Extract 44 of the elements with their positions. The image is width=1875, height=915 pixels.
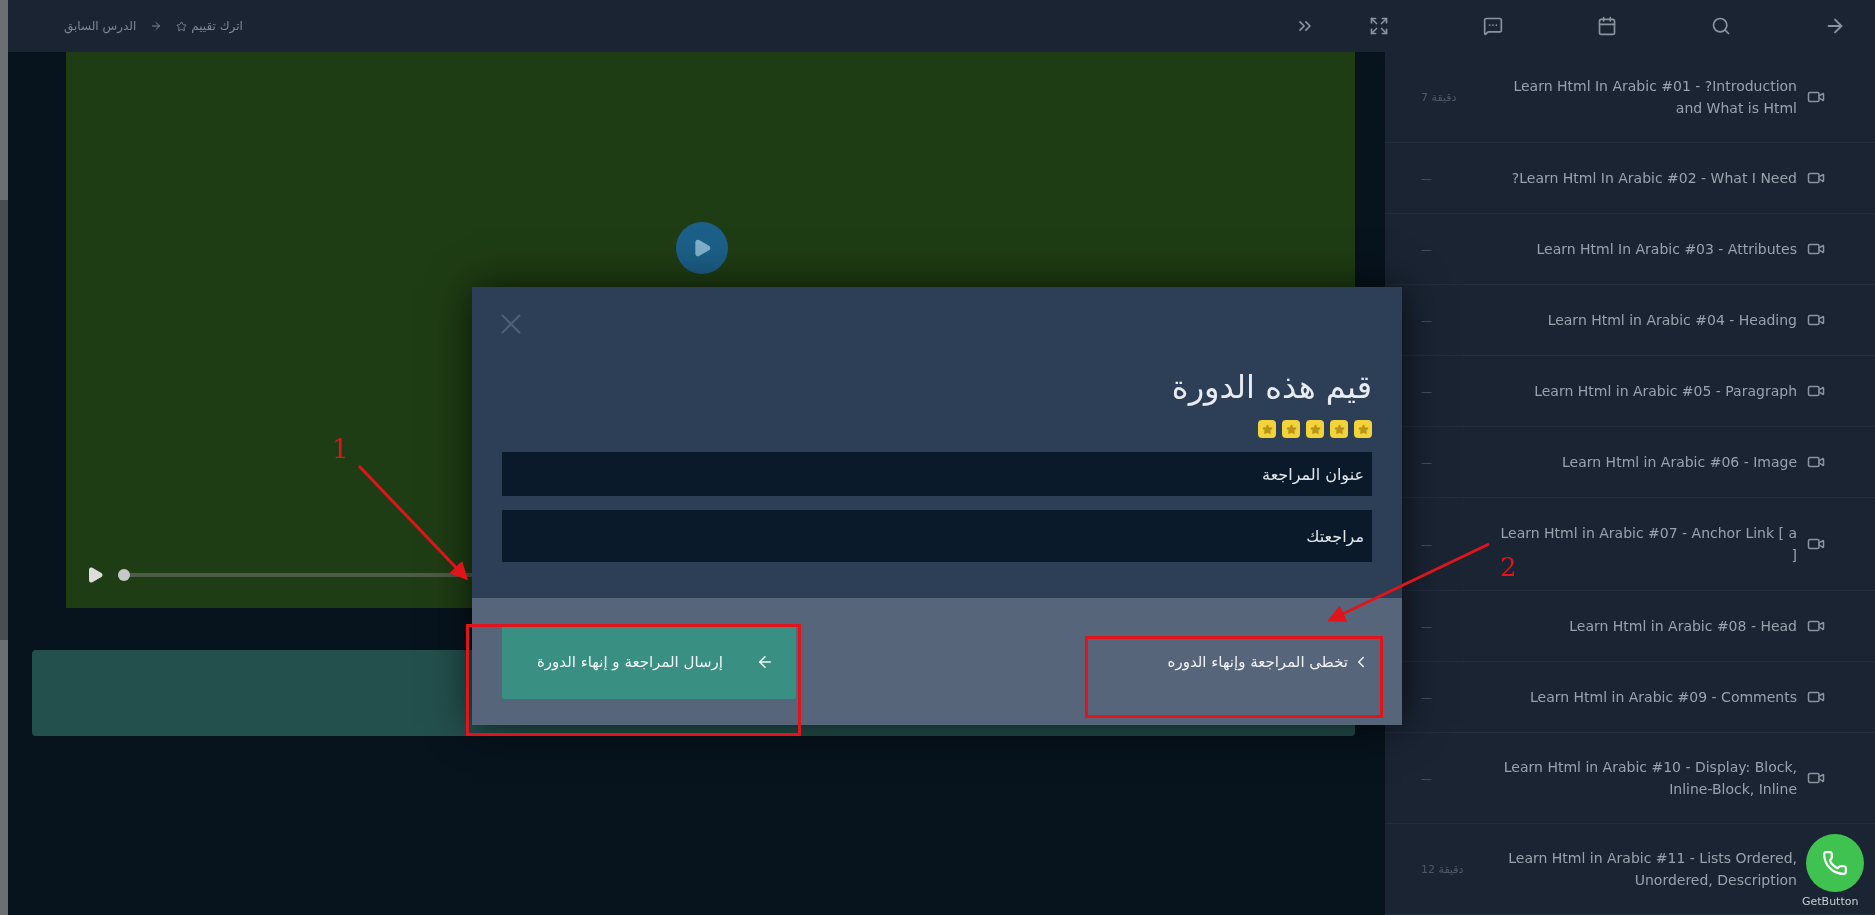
lesson-item[interactable]: — Learn Html In Arabic #03 - Attributes <box>1385 214 1875 285</box>
annotation-number: 1 <box>332 434 349 464</box>
calendar-icon <box>1597 16 1617 36</box>
lesson-duration: — <box>1421 771 1433 785</box>
lesson-duration: — <box>1421 171 1433 185</box>
lesson-title: Learn Html in Arabic #10 - Display: Block, Inline-Block, Inline <box>1502 758 1797 799</box>
lesson-duration: — <box>1421 242 1433 256</box>
play-icon <box>692 238 712 258</box>
expand-icon <box>1369 16 1389 36</box>
review-title-field[interactable]: عنوان المراجعة <box>502 452 1372 496</box>
play-button[interactable] <box>676 222 728 274</box>
rate-link[interactable]: اترك تقييم <box>176 19 243 33</box>
arrow-right-icon <box>150 20 163 32</box>
star-icon <box>176 20 188 32</box>
submit-review-button[interactable]: إرسال المراجعة و إنهاء الدورة <box>502 624 796 699</box>
play-icon[interactable] <box>86 566 104 584</box>
lesson-duration: — <box>1421 455 1433 469</box>
progress-thumb[interactable] <box>118 569 130 581</box>
scrollbar[interactable] <box>0 0 8 915</box>
dialog-title: قيم هذه الدورة <box>1170 368 1372 406</box>
lesson-duration: — <box>1421 690 1433 704</box>
lesson-title: Learn Html in Arabic #09 - Comments <box>1529 688 1797 707</box>
lesson-duration: — <box>1421 619 1433 633</box>
previous-lesson-link[interactable]: الدرس السابق <box>64 19 137 33</box>
lesson-title: Learn Html in Arabic #04 - Heading <box>1546 311 1797 330</box>
lesson-duration: — <box>1421 313 1433 327</box>
lesson-title: Learn Html in Arabic #06 - Image <box>1561 453 1797 472</box>
lesson-title: Learn Html in Arabic #11 - Lists Ordered, Unordered, Description <box>1507 849 1797 890</box>
phone-icon <box>1822 850 1848 876</box>
lesson-title: ?Learn Html In Arabic #02 - What I Need <box>1510 169 1797 188</box>
lesson-item[interactable]: — ?Learn Html In Arabic #02 - What I Need <box>1385 143 1875 214</box>
lesson-duration: — <box>1421 537 1433 551</box>
chat-bubble-icon <box>1483 16 1503 36</box>
lesson-duration: — <box>1421 384 1433 398</box>
search-icon <box>1711 16 1731 36</box>
lesson-title: Learn Html In Arabic #01 - ?Introduction and What is Html <box>1512 77 1797 118</box>
lesson-title: Learn Html in Arabic #05 - Paragraph <box>1533 382 1797 401</box>
whatsapp-label: GetButton <box>1802 895 1859 908</box>
lesson-item[interactable]: — Learn Html in Arabic #10 - Display: Block, Inline-Block, Inline <box>1385 733 1875 824</box>
star-rating[interactable] <box>1258 420 1372 438</box>
lesson-title: Learn Html in Arabic #08 - Head <box>1568 617 1797 636</box>
skip-review-link[interactable]: تخطى المراجعة وإنهاء الدوره <box>1167 652 1370 671</box>
lesson-title: Learn Html In Arabic #03 - Attributes <box>1535 240 1797 259</box>
review-text-field[interactable]: مراجعتك <box>502 510 1372 562</box>
